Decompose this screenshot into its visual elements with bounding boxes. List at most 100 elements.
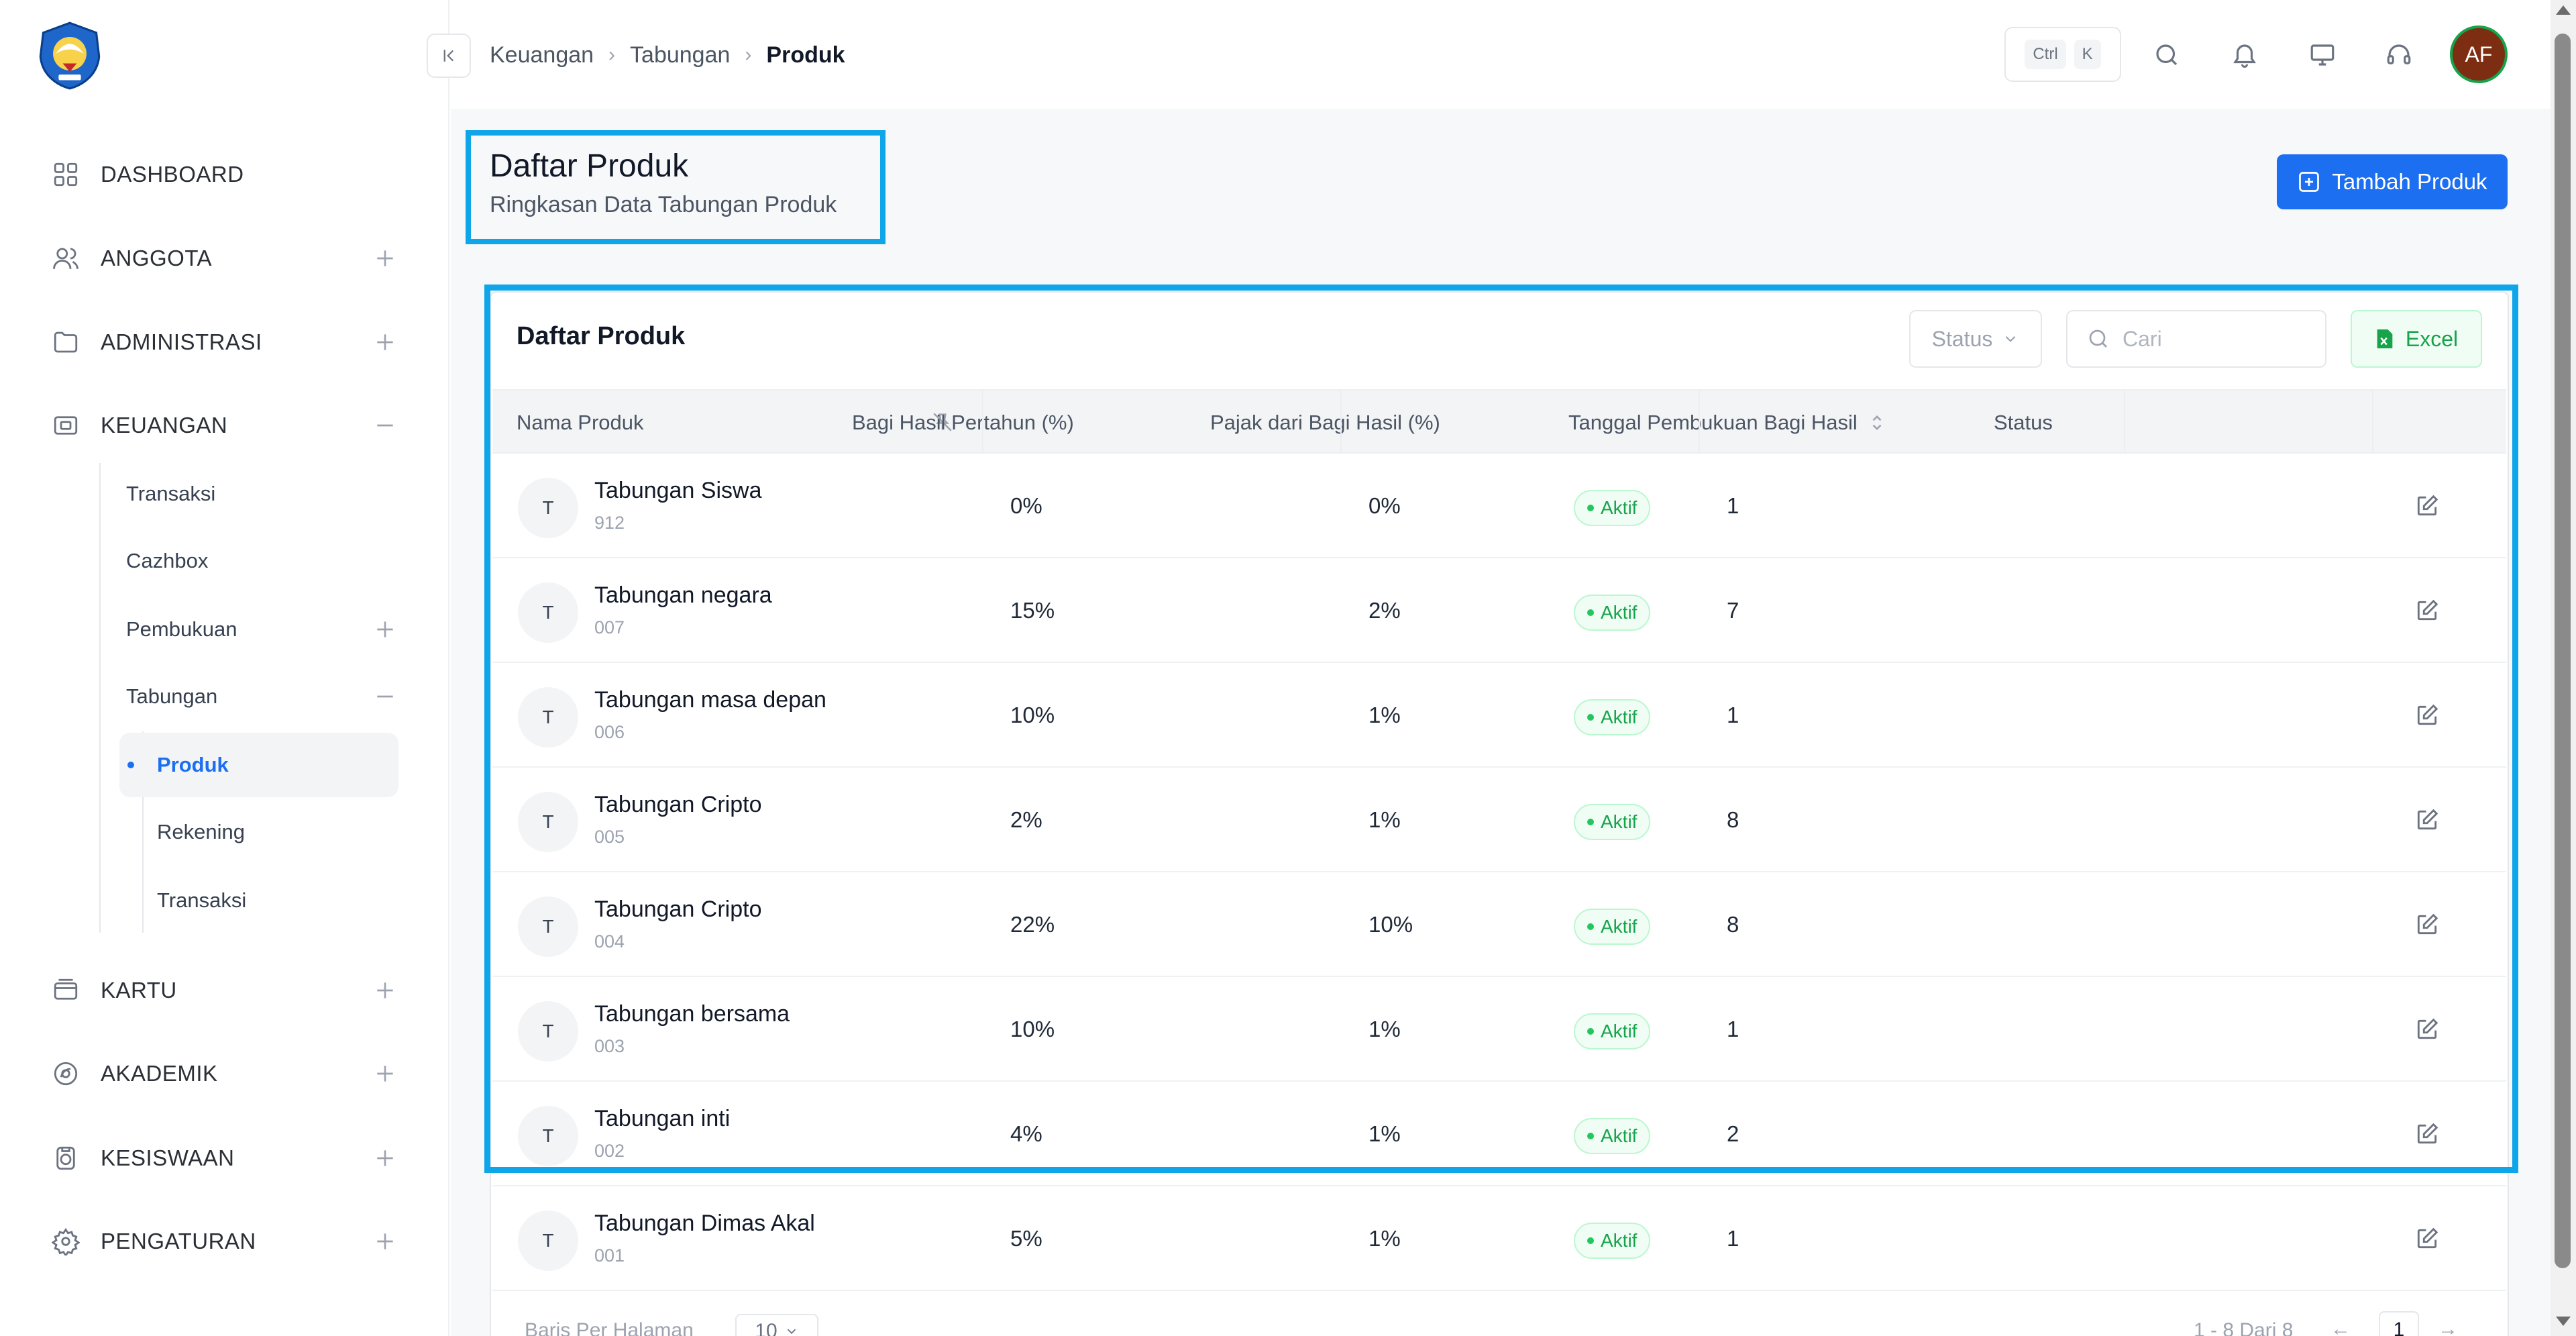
sidebar-subitem-cazhbox[interactable]: Cazhbox xyxy=(126,541,208,581)
page-number-button[interactable]: 1 xyxy=(2379,1311,2419,1336)
edit-icon[interactable] xyxy=(2412,1119,2442,1149)
breadcrumb-item-tabungan[interactable]: Tabungan xyxy=(630,42,730,68)
headset-icon[interactable] xyxy=(2381,38,2416,72)
sidebar-item-label: AKADEMIK xyxy=(101,1061,218,1086)
column-header-bagi-hasil[interactable]: Bagi Hasil Pertahun (%) xyxy=(852,391,1074,455)
status-badge: Aktif xyxy=(1574,1118,1651,1154)
status-label: Aktif xyxy=(1601,602,1638,623)
arrow-right-icon[interactable]: → xyxy=(2438,1318,2458,1336)
sidebar-subitem-rekening[interactable]: Rekening xyxy=(157,812,245,852)
status-label: Aktif xyxy=(1601,916,1638,937)
status-badge: Aktif xyxy=(1574,804,1651,840)
active-dot xyxy=(127,762,134,768)
add-product-button[interactable]: Tambah Produk xyxy=(2277,154,2508,209)
status-filter-label: Status xyxy=(1931,326,1993,351)
product-code: 912 xyxy=(594,513,625,533)
tanggal-cell: 8 xyxy=(1727,807,1739,832)
arrow-left-icon[interactable]: ← xyxy=(2330,1318,2351,1336)
status-filter-select[interactable]: Status xyxy=(1909,310,2042,368)
table-row[interactable]: T Tabungan bersama 003 10% 1% 1 Aktif xyxy=(492,977,2506,1082)
edit-icon[interactable] xyxy=(2412,1224,2442,1253)
breadcrumb-item-produk: Produk xyxy=(766,42,845,68)
sidebar-item-kesiswaan[interactable]: KESISWAAN xyxy=(50,1138,398,1178)
bell-icon[interactable] xyxy=(2227,38,2262,72)
status-label: Aktif xyxy=(1601,1021,1638,1041)
sidebar-item-label: ANGGOTA xyxy=(101,246,213,270)
plus-icon[interactable] xyxy=(372,245,398,272)
table-row[interactable]: T Tabungan Siswa 912 0% 0% 1 Aktif xyxy=(492,454,2506,558)
breadcrumb-item-keuangan[interactable]: Keuangan xyxy=(490,42,594,68)
sidebar-subitem-pembukuan[interactable]: Pembukuan xyxy=(126,609,398,650)
avatar[interactable]: AF xyxy=(2450,25,2508,83)
edit-icon[interactable] xyxy=(2412,596,2442,625)
plus-icon[interactable] xyxy=(372,977,398,1004)
sidebar-item-administrasi[interactable]: ADMINISTRASI xyxy=(50,322,398,362)
sidebar-item-akademik[interactable]: AKADEMIK xyxy=(50,1054,398,1094)
table-row[interactable]: T Tabungan inti 002 4% 1% 2 Aktif xyxy=(492,1082,2506,1186)
search-icon[interactable] xyxy=(2149,38,2184,72)
sidebar-subitem-label: Cazhbox xyxy=(126,549,209,572)
plus-icon[interactable] xyxy=(372,1145,398,1172)
sidebar-item-anggota[interactable]: ANGGOTA xyxy=(50,238,398,278)
monitor-icon[interactable] xyxy=(2305,38,2340,72)
search-icon xyxy=(2089,329,2107,348)
sidebar-item-kartu[interactable]: KARTU xyxy=(50,970,398,1011)
scrollbar-thumb[interactable] xyxy=(2555,34,2571,1268)
academic-icon xyxy=(50,1058,82,1090)
sidebar-item-label: KEUANGAN xyxy=(101,413,228,438)
search-field[interactable] xyxy=(2066,310,2326,368)
folder-icon xyxy=(50,326,82,358)
edit-icon[interactable] xyxy=(2412,491,2442,521)
tanggal-cell: 7 xyxy=(1727,598,1739,623)
status-badge: Aktif xyxy=(1574,909,1651,945)
pajak-cell: 1% xyxy=(1368,807,1401,832)
minus-icon[interactable] xyxy=(372,683,398,710)
table-row[interactable]: T Tabungan Cripto 005 2% 1% 8 Aktif xyxy=(492,768,2506,872)
sort-icon[interactable] xyxy=(1870,413,1884,433)
tut-wuri-handayani-logo[interactable] xyxy=(35,20,105,90)
column-header-tanggal[interactable]: Tanggal Pembukuan Bagi Hasil xyxy=(1568,391,1884,455)
export-excel-button[interactable]: Excel xyxy=(2351,310,2482,368)
scroll-up-arrow-icon[interactable] xyxy=(2556,5,2571,15)
column-header-tanggal-label: Tanggal Pembukuan Bagi Hasil xyxy=(1568,411,1858,434)
status-label: Aktif xyxy=(1601,811,1638,832)
sidebar-item-keuangan[interactable]: KEUANGAN xyxy=(50,405,398,446)
sidebar-subitem-transaksi[interactable]: Transaksi xyxy=(126,474,215,514)
product-name: Tabungan Cripto xyxy=(594,792,762,817)
edit-icon[interactable] xyxy=(2412,1015,2442,1044)
table-row[interactable]: T Tabungan Dimas Akal 001 5% 1% 1 Aktif xyxy=(492,1186,2506,1291)
pajak-cell: 1% xyxy=(1368,703,1401,727)
status-label: Aktif xyxy=(1601,1230,1638,1251)
plus-icon[interactable] xyxy=(372,616,398,643)
product-avatar: T xyxy=(518,478,578,538)
product-name: Tabungan masa depan xyxy=(594,687,826,713)
sidebar-subitem-tabungan[interactable]: Tabungan xyxy=(126,676,398,717)
product-name: Tabungan inti xyxy=(594,1106,731,1131)
column-header-status[interactable]: Status xyxy=(1994,391,2053,455)
collapse-sidebar-button[interactable] xyxy=(427,34,471,78)
sidebar-item-pengaturan[interactable]: PENGATURAN xyxy=(50,1221,398,1262)
plus-icon[interactable] xyxy=(372,1228,398,1255)
plus-icon[interactable] xyxy=(372,1060,398,1087)
column-header-pajak[interactable]: Pajak dari Bagi Hasil (%) xyxy=(1210,391,1440,455)
edit-icon[interactable] xyxy=(2412,910,2442,939)
command-palette-shortcut[interactable]: Ctrl K xyxy=(2004,27,2121,82)
table-row[interactable]: T Tabungan masa depan 006 10% 1% 1 Aktif xyxy=(492,663,2506,768)
column-header-nama-produk[interactable]: Nama Produk xyxy=(517,391,644,455)
table-row[interactable]: T Tabungan Cripto 004 22% 10% 8 Aktif xyxy=(492,872,2506,977)
card-icon xyxy=(50,974,82,1007)
search-input[interactable] xyxy=(2123,326,2310,352)
sidebar-subitem-produk[interactable]: Produk xyxy=(127,745,229,785)
product-avatar: T xyxy=(518,896,578,957)
edit-icon[interactable] xyxy=(2412,805,2442,835)
minus-icon[interactable] xyxy=(372,412,398,439)
plus-icon[interactable] xyxy=(372,329,398,356)
card-title: Daftar Produk xyxy=(517,322,686,350)
sidebar-subitem-transaksi-tabungan[interactable]: Transaksi xyxy=(157,880,246,921)
table-row[interactable]: T Tabungan negara 007 15% 2% 7 Aktif xyxy=(492,558,2506,663)
pajak-cell: 1% xyxy=(1368,1121,1401,1146)
sidebar-item-dashboard[interactable]: DASHBOARD xyxy=(50,154,398,195)
scroll-down-arrow-icon[interactable] xyxy=(2556,1317,2571,1326)
edit-icon[interactable] xyxy=(2412,701,2442,730)
rows-per-page-select[interactable]: 10 xyxy=(735,1314,818,1336)
